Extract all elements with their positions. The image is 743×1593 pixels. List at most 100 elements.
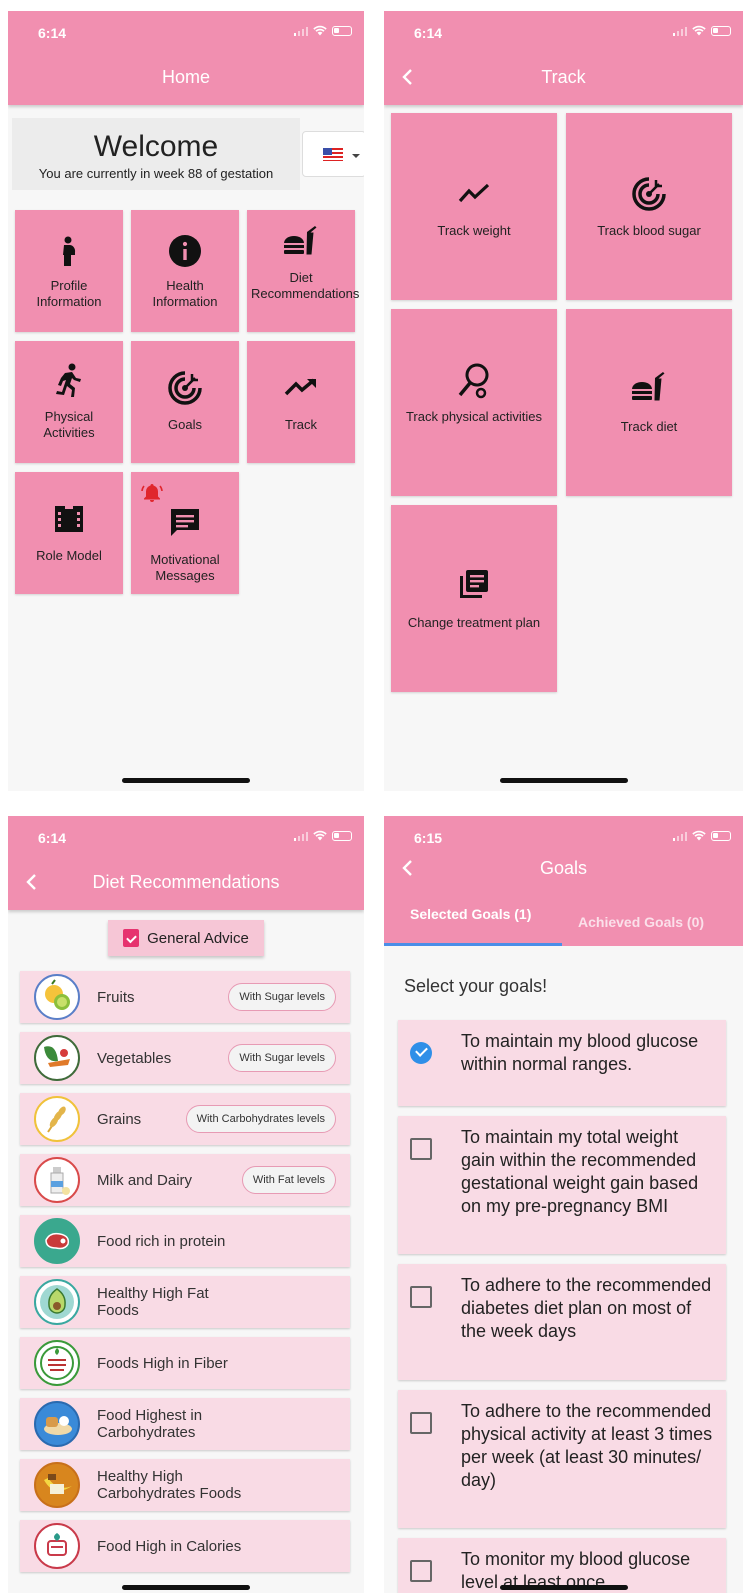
checkbox-icon[interactable]: [410, 1138, 432, 1160]
food-category-healthy-high-carbohydrates[interactable]: Healthy High Carbohydrates Foods: [20, 1459, 350, 1511]
app-bar: 6:14 Home: [8, 11, 364, 105]
tile-track-physical-activities[interactable]: Track physical activities: [391, 309, 557, 496]
goal-item[interactable]: To maintain my total weight gain within …: [398, 1116, 726, 1254]
page-title: Track: [541, 67, 586, 87]
assignment-check-icon: [123, 929, 140, 947]
milk-icon: [34, 1157, 80, 1203]
tile-label: Role Model: [36, 548, 102, 563]
status-time: 6:14: [414, 25, 443, 41]
tile-label: Track diet: [620, 419, 678, 434]
diet-recommendations-screen: 6:14 Diet Recommendations General Advice…: [8, 816, 364, 1593]
food-category-grains[interactable]: Grains With Carbohydrates levels: [20, 1093, 350, 1145]
avocado-icon: [34, 1279, 80, 1325]
food-name: Food High in Calories: [97, 1537, 242, 1555]
tile-label: Physical Activities: [43, 409, 95, 440]
gestation-week-text: You are currently in week 88 of gestatio…: [38, 166, 274, 181]
general-advice-label: General Advice: [147, 929, 249, 947]
meat-icon: [34, 1218, 80, 1264]
vegetables-icon: [34, 1035, 80, 1081]
tile-label: Goals: [168, 417, 202, 432]
app-bar: 6:15 Goals: [384, 816, 743, 892]
film-icon: [55, 506, 83, 532]
banana-icon: [34, 1462, 80, 1508]
page-title: Goals: [539, 858, 588, 878]
tile-physical-activities[interactable]: Physical Activities: [15, 341, 123, 463]
food-name: Food rich in protein: [97, 1232, 226, 1250]
tile-label: Track weight: [437, 223, 511, 238]
calories-icon: [34, 1523, 80, 1569]
notification-bell-icon: [141, 484, 163, 502]
food-name: Vegetables: [97, 1049, 172, 1067]
food-category-fruits[interactable]: Fruits With Sugar levels: [20, 971, 350, 1023]
carbohydrates-levels-chip[interactable]: With Carbohydrates levels: [185, 1105, 336, 1133]
checkbox-icon[interactable]: [410, 1286, 432, 1308]
tab-achieved-goals[interactable]: Achieved Goals (0): [578, 914, 704, 931]
target-icon: [168, 371, 202, 405]
tab-indicator: [384, 943, 562, 946]
tile-motivational-messages[interactable]: Motivational Messages: [131, 472, 239, 594]
food-category-high-calories[interactable]: Food High in Calories: [20, 1520, 350, 1572]
food-name: Healthy High Carbohydrates Foods: [97, 1468, 242, 1502]
battery-icon: [711, 25, 731, 36]
welcome-title: Welcome: [93, 130, 219, 163]
checkbox-icon[interactable]: [410, 1560, 432, 1582]
sugar-levels-chip[interactable]: With Sugar levels: [228, 983, 336, 1011]
tile-label: Track blood sugar: [597, 223, 701, 238]
home-indicator: [499, 778, 628, 783]
food-name: Healthy High Fat Foods: [97, 1285, 209, 1319]
checkbox-icon[interactable]: [410, 1412, 432, 1434]
sugar-levels-chip[interactable]: With Sugar levels: [228, 1044, 336, 1072]
info-icon: [169, 235, 201, 267]
food-name: Fruits: [97, 988, 135, 1006]
tile-health-information[interactable]: Health Information: [131, 210, 239, 332]
signal-icon: [293, 831, 308, 841]
general-advice-button[interactable]: General Advice: [108, 920, 264, 956]
home-indicator: [499, 1585, 628, 1590]
status-icons: [293, 830, 352, 841]
tile-diet-recommendations[interactable]: Diet Recommendations: [247, 210, 360, 332]
goal-item[interactable]: To adhere to the recommended diabetes di…: [398, 1264, 726, 1380]
target-icon: [632, 177, 666, 211]
food-category-highest-carbohydrates[interactable]: Food Highest in Carbohydrates: [20, 1398, 350, 1450]
chevron-down-icon: [352, 154, 360, 158]
fat-levels-chip[interactable]: With Fat levels: [241, 1166, 336, 1194]
food-category-milk-and-dairy[interactable]: Milk and Dairy With Fat levels: [20, 1154, 350, 1206]
food-category-healthy-high-fat[interactable]: Healthy High Fat Foods: [20, 1276, 350, 1328]
tile-goals[interactable]: Goals: [131, 341, 239, 463]
goal-item[interactable]: To maintain my blood glucose within norm…: [398, 1020, 726, 1106]
status-icons: [293, 25, 352, 36]
goal-item[interactable]: To adhere to the recommended physical ac…: [398, 1390, 726, 1528]
goal-text: To adhere to the recommended physical ac…: [461, 1401, 713, 1490]
home-indicator: [122, 778, 250, 783]
tile-label: Profile Information: [36, 278, 102, 309]
tile-track-diet[interactable]: Track diet: [566, 309, 732, 496]
food-category-protein[interactable]: Food rich in protein: [20, 1215, 350, 1267]
food-category-vegetables[interactable]: Vegetables With Sugar levels: [20, 1032, 350, 1084]
language-select[interactable]: [302, 131, 364, 177]
food-name: Milk and Dairy: [97, 1171, 193, 1189]
status-time: 6:15: [414, 830, 443, 846]
app-bar: 6:14 Diet Recommendations: [8, 816, 364, 910]
battery-icon: [332, 25, 352, 36]
tile-track[interactable]: Track: [247, 341, 355, 463]
run-icon: [56, 363, 81, 397]
tile-label: Track physical activities: [405, 409, 543, 424]
food-name: Food Highest in Carbohydrates: [97, 1407, 203, 1441]
tile-track-blood-sugar[interactable]: Track blood sugar: [566, 113, 732, 300]
tile-track-weight[interactable]: Track weight: [391, 113, 557, 300]
tile-label: Diet Recommendations: [251, 270, 360, 301]
tile-role-model[interactable]: Role Model: [15, 472, 123, 594]
signal-icon: [293, 26, 308, 36]
checkbox-checked-icon[interactable]: [410, 1042, 432, 1064]
food-category-high-fiber[interactable]: Foods High in Fiber: [20, 1337, 350, 1389]
library-books-icon: [460, 570, 488, 598]
tab-selected-goals[interactable]: Selected Goals (1): [410, 906, 550, 923]
pregnant-woman-icon: [63, 236, 76, 266]
page-title: Diet Recommendations: [92, 872, 280, 892]
bread-icon: [34, 1401, 80, 1447]
tile-change-treatment-plan[interactable]: Change treatment plan: [391, 505, 557, 692]
trend-line-icon: [458, 183, 490, 203]
tile-profile-information[interactable]: Profile Information: [15, 210, 123, 332]
signal-icon: [672, 26, 687, 36]
grains-icon: [34, 1096, 80, 1142]
